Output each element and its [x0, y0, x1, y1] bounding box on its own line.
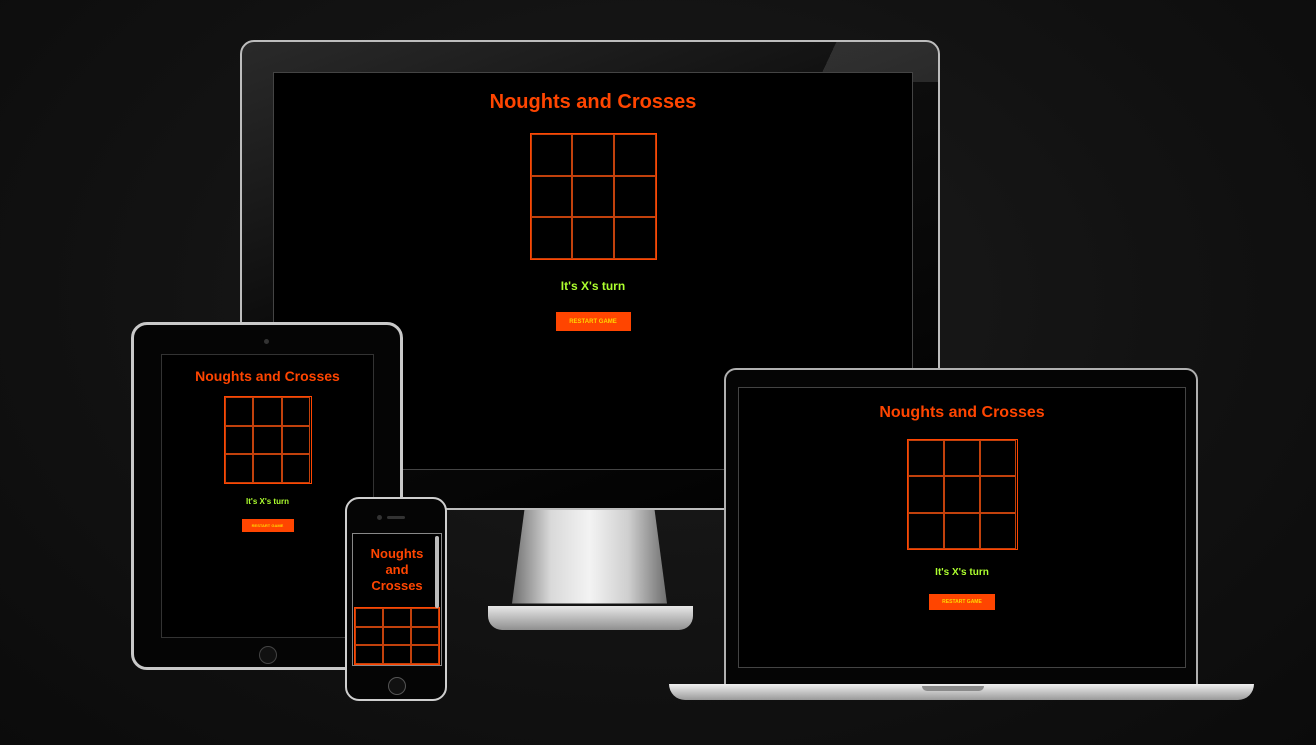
phone-scrollbar[interactable] — [435, 536, 439, 608]
board-cell[interactable] — [383, 626, 411, 646]
tablet-camera-icon — [264, 339, 269, 344]
board-cell[interactable] — [281, 397, 311, 426]
board-cell[interactable] — [980, 512, 1017, 549]
page-title: Noughts and Crosses — [195, 368, 340, 384]
board-cell[interactable] — [224, 454, 254, 483]
board-cell[interactable] — [907, 512, 944, 549]
game-board — [906, 439, 1018, 550]
board-cell[interactable] — [281, 425, 311, 455]
board-cell[interactable] — [383, 608, 411, 627]
game-board — [223, 396, 312, 484]
game-board — [529, 133, 657, 260]
board-cell[interactable] — [572, 175, 614, 218]
phone-speaker — [387, 516, 405, 519]
phone-camera-icon — [377, 515, 382, 520]
board-cell[interactable] — [355, 608, 383, 627]
board-cell[interactable] — [224, 425, 254, 455]
board-cell[interactable] — [411, 608, 439, 627]
board-cell[interactable] — [907, 476, 944, 513]
board-cell[interactable] — [943, 440, 981, 477]
board-cell[interactable] — [572, 134, 614, 176]
board-cell[interactable] — [355, 645, 383, 664]
page-title: Noughts and Crosses — [489, 91, 697, 113]
game-board — [354, 607, 440, 665]
board-cell[interactable] — [943, 476, 981, 513]
board-cell[interactable] — [253, 454, 282, 483]
turn-status: It's X's turn — [560, 279, 626, 293]
board-cell[interactable] — [530, 134, 573, 176]
restart-button[interactable]: RESTART GAME — [241, 519, 294, 532]
board-cell[interactable] — [411, 645, 439, 664]
board-cell[interactable] — [613, 175, 656, 218]
board-cell[interactable] — [530, 217, 573, 259]
board-cell[interactable] — [980, 476, 1017, 513]
restart-button[interactable]: RESTART GAME — [929, 594, 995, 610]
board-cell[interactable] — [253, 397, 282, 426]
monitor-stand — [512, 510, 667, 604]
tablet-home-button — [259, 646, 277, 664]
tablet-screen: Noughts and Crosses It's X's turn RESTAR… — [161, 354, 374, 638]
phone-screen: Noughts and Crosses — [352, 533, 442, 666]
board-cell[interactable] — [383, 645, 411, 664]
board-cell[interactable] — [943, 512, 981, 549]
board-cell[interactable] — [613, 217, 656, 259]
board-cell[interactable] — [572, 217, 614, 259]
board-cell[interactable] — [980, 440, 1017, 477]
laptop-screen: Noughts and Crosses It's X's turn RESTAR… — [738, 387, 1186, 668]
page-title: Noughts and Crosses — [879, 404, 1045, 421]
laptop-notch — [922, 686, 984, 691]
board-cell[interactable] — [411, 626, 439, 646]
board-cell[interactable] — [253, 425, 282, 455]
board-cell[interactable] — [613, 134, 656, 176]
monitor-base — [488, 606, 693, 630]
board-cell[interactable] — [355, 626, 383, 646]
board-cell[interactable] — [530, 175, 573, 218]
turn-status: It's X's turn — [935, 567, 989, 578]
board-cell[interactable] — [281, 454, 311, 483]
page-title: Noughts and Crosses — [370, 546, 424, 593]
restart-button[interactable]: RESTART GAME — [555, 312, 631, 331]
phone-home-button — [388, 677, 406, 695]
board-cell[interactable] — [907, 440, 944, 477]
turn-status: It's X's turn — [246, 497, 289, 506]
board-cell[interactable] — [224, 397, 254, 426]
